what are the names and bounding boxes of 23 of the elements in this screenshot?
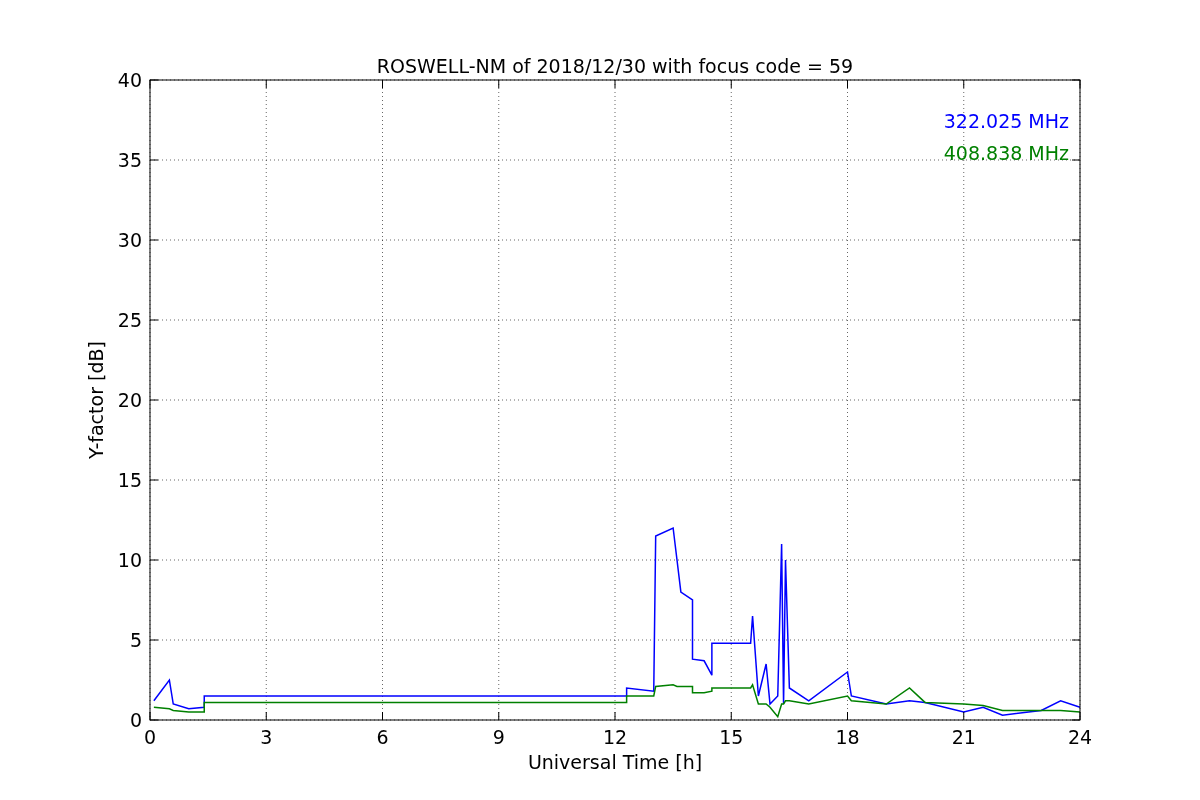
tick-label: 21 bbox=[951, 726, 976, 748]
tick-label: 3 bbox=[260, 726, 273, 748]
tick-label: 0 bbox=[143, 726, 157, 748]
tick-label: 0 bbox=[129, 709, 142, 731]
tick-label: 40 bbox=[117, 69, 142, 91]
tick-label: 10 bbox=[117, 549, 142, 571]
tick-label: 30 bbox=[117, 229, 142, 251]
tick-label: 9 bbox=[492, 726, 505, 748]
legend-label: 408.838 MHz bbox=[943, 142, 1069, 164]
y-axis-label: Y-factor [dB] bbox=[85, 341, 107, 459]
tick-label: 24 bbox=[1067, 726, 1093, 748]
x-axis-label: Universal Time [h] bbox=[527, 751, 703, 773]
tick-label: 35 bbox=[117, 149, 142, 171]
tick-label: 15 bbox=[719, 726, 744, 748]
tick-label: 20 bbox=[117, 389, 142, 411]
tick-label: 18 bbox=[835, 726, 860, 748]
tick-label: 6 bbox=[376, 726, 389, 748]
tick-label: 12 bbox=[602, 726, 628, 748]
legend-label: 322.025 MHz bbox=[943, 110, 1069, 132]
tick-label: 15 bbox=[117, 469, 142, 491]
plot-title: ROSWELL-NM of 2018/12/30 with focus code = 59 bbox=[376, 55, 854, 77]
tick-label: 25 bbox=[117, 309, 142, 331]
tick-label: 5 bbox=[129, 629, 142, 651]
